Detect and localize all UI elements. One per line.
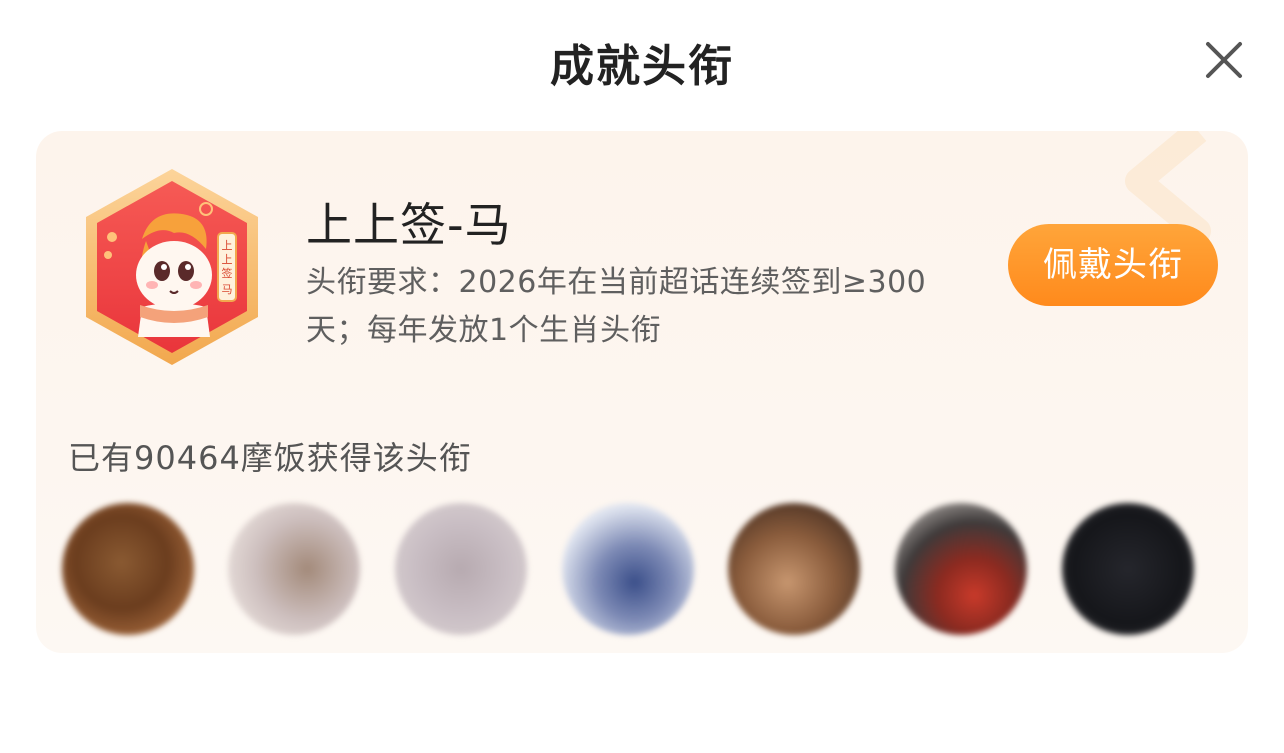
owner-avatar-list [62,503,1232,635]
wear-title-button[interactable]: 佩戴头衔 [1008,224,1218,306]
page-title: 成就头衔 [550,41,734,92]
title-requirement: 头衔要求：2026年在当前超话连续签到≥300天；每年发放1个生肖头衔 [306,265,927,348]
svg-text:上: 上 [222,253,233,266]
avatar[interactable] [228,503,360,635]
close-icon[interactable] [1200,36,1248,84]
avatar[interactable] [895,503,1027,635]
title-card: 上 上 签 马 上上签-马 头衔要求：2026年在当前超话连续签到≥300天；每… [36,131,1248,653]
avatar[interactable] [395,503,527,635]
svg-text:上: 上 [222,239,233,252]
avatar[interactable] [562,503,694,635]
avatar[interactable] [62,503,194,635]
title-name: 上上签-马 [306,198,512,252]
svg-text:马: 马 [222,283,233,296]
svg-text:签: 签 [222,266,233,280]
avatar[interactable] [1062,503,1194,635]
owner-count-text: 已有90464摩饭获得该头衔 [68,439,472,477]
avatar[interactable] [728,503,860,635]
achievement-title-sheet: 成就头衔 上 上 签 马 上上签-马 头衔要求：2026年在当前超话连续签到≥3… [0,0,1284,753]
zodiac-horse-badge-icon: 上 上 签 马 [86,169,258,365]
